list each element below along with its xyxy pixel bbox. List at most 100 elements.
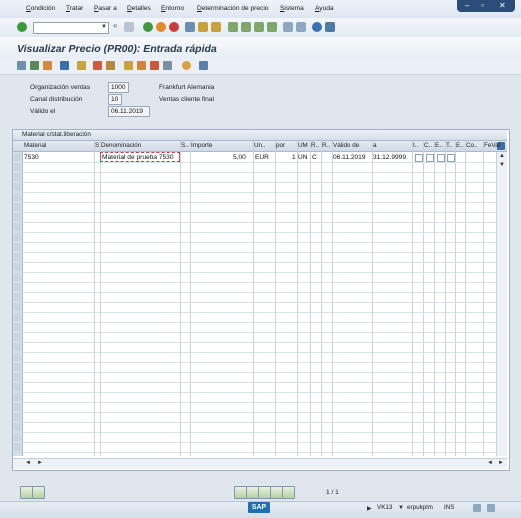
scales-icon[interactable] (124, 61, 133, 70)
user-icon[interactable] (182, 61, 191, 70)
next-page-icon[interactable] (254, 22, 264, 32)
scroll-up-icon[interactable]: ▲ (499, 153, 505, 159)
details-icon[interactable] (60, 61, 69, 70)
previous-page-icon[interactable] (241, 22, 251, 32)
row-selector[interactable] (14, 313, 21, 321)
save-icon[interactable] (124, 22, 134, 32)
row-selector[interactable] (14, 213, 21, 221)
scroll-end-left-icon[interactable]: ◄ (487, 460, 493, 466)
layout-icon[interactable] (325, 22, 335, 32)
canal-field[interactable]: 10 (108, 94, 122, 105)
menu-pasar-a[interactable]: Pasar a (94, 5, 117, 12)
deselect-all-icon[interactable] (32, 486, 45, 499)
row-selector[interactable] (14, 403, 21, 411)
cell-valido-de[interactable]: 06.11.2019 (333, 154, 366, 161)
col-a[interactable]: a (373, 142, 377, 149)
col-um[interactable]: UM (298, 142, 308, 149)
cell-por[interactable]: 1 (292, 154, 296, 161)
row-selector[interactable] (14, 273, 21, 281)
menu-sistema[interactable]: Sistema (280, 5, 304, 12)
col-r1[interactable]: R.. (311, 142, 319, 149)
menu-condicion[interactable]: Condición (26, 5, 55, 12)
row-selector[interactable] (14, 183, 21, 191)
scroll-end-right-icon[interactable]: ► (498, 460, 504, 466)
row-selector[interactable] (14, 223, 21, 231)
find-in-list-icon[interactable] (30, 61, 39, 70)
col-valido-de[interactable]: Válido de (333, 142, 359, 149)
col-i[interactable]: I.. (413, 142, 418, 149)
valido-field[interactable]: 06.11.2019 (108, 106, 150, 117)
col-e2[interactable]: E.. (456, 142, 464, 149)
row-selector[interactable] (14, 193, 21, 201)
col-c[interactable]: C.. (424, 142, 432, 149)
row-selector[interactable] (14, 303, 21, 311)
checkbox-e[interactable] (437, 154, 445, 162)
row-selector[interactable] (14, 353, 21, 361)
col-s2[interactable]: S.. (181, 142, 189, 149)
row-selector[interactable] (14, 253, 21, 261)
col-por[interactable]: por (276, 142, 285, 149)
change-document-icon[interactable] (199, 61, 208, 70)
row-selector[interactable] (14, 443, 21, 451)
copy-icon[interactable] (93, 61, 102, 70)
row-selector[interactable] (14, 163, 21, 171)
exit-icon[interactable] (156, 22, 166, 32)
row-selector[interactable] (14, 153, 21, 161)
status-dropdown-icon[interactable]: ▼ (398, 505, 404, 511)
col-importe[interactable]: Importe (191, 142, 212, 149)
first-page-icon[interactable] (228, 22, 238, 32)
enter-icon[interactable] (17, 22, 27, 32)
last-entry-icon[interactable] (282, 486, 295, 499)
col-unidad[interactable]: Un.. (254, 142, 266, 149)
row-selector[interactable] (14, 333, 21, 341)
col-co[interactable]: Co.. (466, 142, 478, 149)
row-selector[interactable] (14, 283, 21, 291)
menu-ayuda[interactable]: Ayuda (315, 5, 334, 12)
col-r2[interactable]: R.. (322, 142, 330, 149)
menu-entorno[interactable]: Entorno (161, 5, 184, 12)
menu-determinacion-precio[interactable]: Determinación de precio (197, 5, 268, 12)
row-selector[interactable] (14, 393, 21, 401)
menu-tratar[interactable]: Tratar (66, 5, 83, 12)
print-list-icon[interactable] (17, 61, 26, 70)
row-selector[interactable] (14, 363, 21, 371)
col-feval[interactable]: FeVal (484, 142, 500, 149)
row-selector[interactable] (14, 243, 21, 251)
cell-unidad[interactable]: EUR (255, 154, 269, 161)
back-icon[interactable] (143, 22, 153, 32)
cell-material[interactable]: 7530 (24, 154, 39, 161)
print-icon[interactable] (185, 22, 195, 32)
menu-detalles[interactable]: Detalles (127, 5, 151, 12)
row-selector[interactable] (14, 343, 21, 351)
col-s[interactable]: S (95, 142, 99, 149)
row-selector[interactable] (14, 323, 21, 331)
edit-icon[interactable] (77, 61, 86, 70)
shortcut-icon[interactable] (296, 22, 306, 32)
validity-icon[interactable] (163, 61, 172, 70)
col-e[interactable]: E.. (435, 142, 443, 149)
minimize-icon[interactable]: – (465, 1, 469, 10)
command-field[interactable]: ▼ (33, 22, 109, 34)
col-denominacion[interactable]: Denominación (101, 142, 141, 149)
row-selector[interactable] (14, 293, 21, 301)
row-selector[interactable] (14, 203, 21, 211)
find-icon[interactable] (198, 22, 208, 32)
row-selector[interactable] (14, 413, 21, 421)
restore-icon[interactable]: ▫ (481, 1, 484, 10)
cell-um[interactable]: UN (298, 154, 308, 161)
row-selector[interactable] (14, 383, 21, 391)
scroll-right-icon[interactable]: ► (37, 460, 43, 466)
find-next-icon[interactable] (211, 22, 221, 32)
cell-importe[interactable]: 5,00 (233, 154, 246, 161)
chevron-down-icon[interactable]: ▼ (101, 24, 107, 32)
col-material[interactable]: Material (24, 142, 46, 149)
expand-icon[interactable]: « (113, 21, 117, 30)
row-selector[interactable] (14, 173, 21, 181)
cell-r2[interactable]: C (312, 154, 317, 161)
checkbox-t[interactable] (447, 154, 455, 162)
vertical-scrollbar[interactable]: ▲ ▼ (496, 152, 507, 456)
row-selector[interactable] (14, 373, 21, 381)
checkbox-c[interactable] (426, 154, 434, 162)
close-icon[interactable]: ✕ (499, 1, 506, 10)
cell-a[interactable]: 31.12.9999 (373, 154, 406, 161)
